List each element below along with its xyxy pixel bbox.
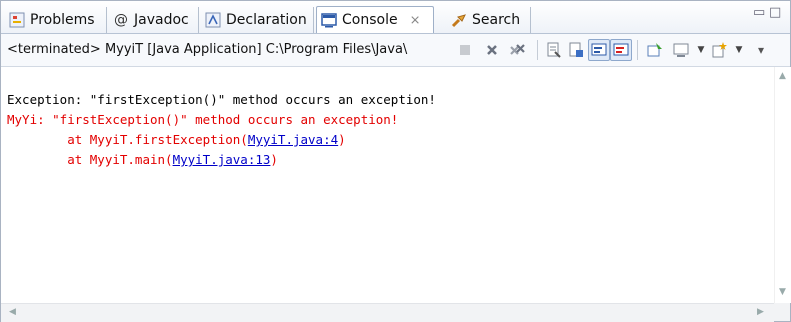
stack-trace-line: at MyyiT.firstException(MyyiT.java:4) <box>7 130 774 150</box>
stack-frame-text: at MyyiT.firstException( <box>7 132 248 147</box>
chevron-down-icon[interactable]: ▼ <box>693 42 709 58</box>
tab-label: Problems <box>30 12 95 28</box>
view-tab-bar: Problems @ Javadoc Declaration Console ⨯… <box>1 1 790 34</box>
vertical-scrollbar[interactable]: ▲ ▼ <box>774 67 791 303</box>
console-toolbar: <terminated> MyyiT [Java Application] C:… <box>1 34 790 67</box>
tab-label: Search <box>472 12 521 28</box>
display-selected-console-icon[interactable] <box>673 42 689 58</box>
at-icon: @ <box>114 12 128 28</box>
scrollbar-corner <box>774 303 790 321</box>
show-console-on-stdout-icon <box>591 42 607 58</box>
scroll-lock-icon[interactable] <box>568 42 584 58</box>
clear-console-icon[interactable] <box>546 42 562 58</box>
remove-launch-icon[interactable] <box>484 42 500 58</box>
tab-javadoc[interactable]: @ Javadoc <box>109 7 199 33</box>
tab-label: Javadoc <box>134 12 189 28</box>
source-link[interactable]: MyyiT.java:13 <box>173 152 271 167</box>
remove-all-terminated-icon[interactable] <box>509 42 525 58</box>
maximize-icon[interactable]: □ <box>769 5 781 20</box>
tab-problems[interactable]: Problems <box>5 7 107 33</box>
stack-frame-text: ) <box>270 152 278 167</box>
open-console-icon[interactable] <box>711 42 727 58</box>
console-line-stdout: Exception: "firstException()" method occ… <box>7 92 436 107</box>
horizontal-scrollbar[interactable]: ◀ ▶ <box>1 303 774 322</box>
console-output[interactable]: Exception: "firstException()" method occ… <box>1 67 774 303</box>
tab-console[interactable]: Console ⨯ <box>316 6 434 33</box>
close-icon[interactable]: ⨯ <box>410 13 421 28</box>
search-flashlight-icon <box>451 12 467 28</box>
problems-icon <box>9 12 25 28</box>
terminate-icon[interactable] <box>457 42 473 58</box>
minimize-icon[interactable]: ▭ <box>753 5 765 20</box>
tab-label: Console <box>342 12 398 28</box>
console-line-stderr: MyYi: "firstException()" method occurs a… <box>7 112 399 127</box>
scroll-down-icon[interactable]: ▼ <box>779 287 786 297</box>
scroll-up-icon[interactable]: ▲ <box>779 71 786 81</box>
process-description: <terminated> MyyiT [Java Application] C:… <box>7 42 408 57</box>
declaration-icon <box>205 12 221 28</box>
source-link[interactable]: MyyiT.java:4 <box>248 132 338 147</box>
scroll-left-icon[interactable]: ◀ <box>9 307 16 317</box>
stack-frame-text: ) <box>338 132 346 147</box>
chevron-down-icon[interactable]: ▼ <box>731 42 747 58</box>
stack-trace-line: at MyyiT.main(MyyiT.java:13) <box>7 150 774 170</box>
view-menu-chevron-icon[interactable]: ▾ <box>753 42 769 58</box>
console-view-window: Problems @ Javadoc Declaration Console ⨯… <box>0 0 791 322</box>
console-icon <box>321 12 337 28</box>
toolbar-separator <box>637 40 638 60</box>
toolbar-separator <box>537 40 538 60</box>
scroll-right-icon[interactable]: ▶ <box>757 307 764 317</box>
tab-declaration[interactable]: Declaration <box>201 7 314 33</box>
tab-search[interactable]: Search <box>447 7 531 33</box>
pin-console-icon[interactable] <box>647 42 663 58</box>
stack-frame-text: at MyyiT.main( <box>7 152 173 167</box>
tab-label: Declaration <box>226 12 307 28</box>
show-console-on-stderr-icon <box>613 42 629 58</box>
